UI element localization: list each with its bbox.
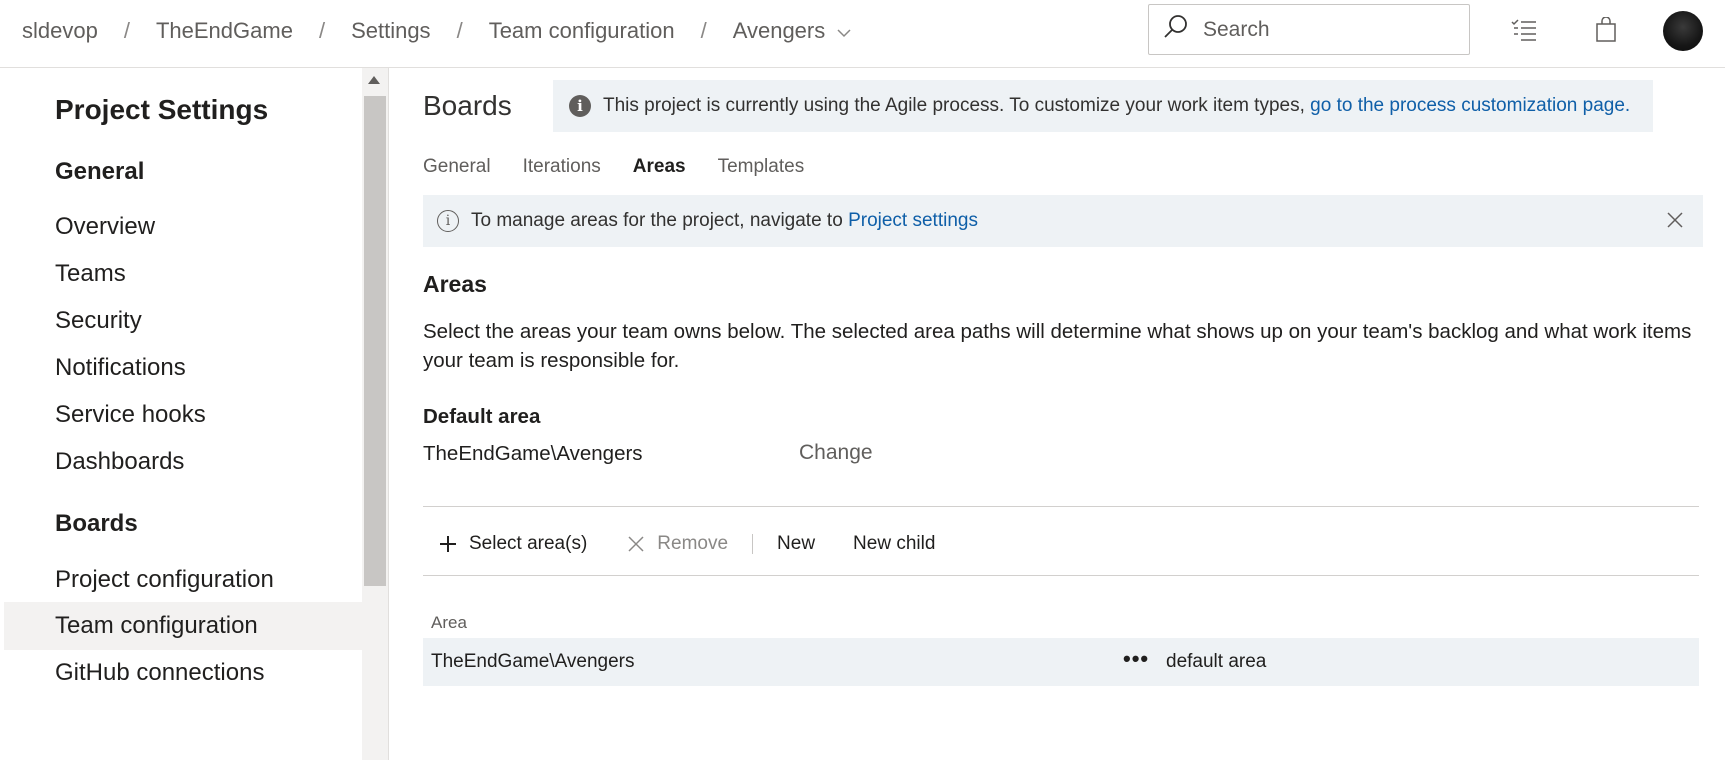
chevron-down-icon	[837, 18, 851, 44]
page-title: Boards	[423, 90, 512, 121]
project-settings-link[interactable]: Project settings	[848, 210, 978, 232]
select-areas-label: Select area(s)	[469, 533, 588, 554]
team-picker-label: Avengers	[732, 18, 826, 43]
sidebar-item-dashboards[interactable]: Dashboards	[0, 438, 362, 486]
sidebar-item-github-connections[interactable]: GitHub connections	[0, 649, 362, 697]
areas-heading: Areas	[423, 271, 487, 297]
more-actions-icon[interactable]: •••	[1123, 646, 1149, 672]
sidebar-item-security[interactable]: Security	[0, 297, 362, 345]
areas-description: Select the areas your team owns below. T…	[423, 320, 1692, 372]
process-customization-link[interactable]: go to the process customization page.	[1310, 95, 1630, 116]
remove-label: Remove	[657, 533, 729, 554]
scroll-up-arrow-icon[interactable]	[368, 76, 380, 84]
search-input[interactable]	[1203, 17, 1443, 42]
tab-templates[interactable]: Templates	[718, 156, 805, 178]
tab-iterations[interactable]: Iterations	[523, 156, 601, 178]
areas-info-text: To manage areas for the project, navigat…	[471, 210, 843, 231]
main-content: Boards i This project is currently using…	[389, 68, 1725, 760]
breadcrumb: sldevop / TheEndGame / Settings / Team c…	[22, 18, 851, 44]
sidebar-section-boards: Boards	[55, 510, 138, 537]
remove-button[interactable]: Remove	[627, 533, 728, 555]
breadcrumb-separator: /	[123, 18, 130, 43]
sidebar-section-general: General	[55, 158, 145, 185]
shopping-bag-icon[interactable]	[1590, 14, 1622, 46]
tab-bar: General Iterations Areas Templates	[423, 156, 836, 178]
select-areas-button[interactable]: Select area(s)	[439, 533, 587, 555]
breadcrumb-separator: /	[318, 18, 326, 43]
areas-info-banner: i To manage areas for the project, navig…	[423, 195, 1703, 247]
new-child-button[interactable]: New child	[853, 533, 935, 555]
process-info-banner: i This project is currently using the Ag…	[553, 80, 1653, 132]
sidebar-item-notifications[interactable]: Notifications	[0, 344, 362, 392]
divider	[423, 575, 1699, 576]
avatar[interactable]	[1663, 11, 1703, 51]
scrollbar-thumb[interactable]	[364, 96, 386, 586]
default-area-tag: default area	[1166, 651, 1267, 672]
sidebar-item-teams[interactable]: Teams	[0, 250, 362, 298]
info-icon: i	[569, 95, 591, 117]
breadcrumb-team-configuration[interactable]: Team configuration	[489, 18, 675, 44]
column-header-area: Area	[431, 613, 467, 632]
new-area-button[interactable]: New	[777, 533, 815, 555]
default-area-value: TheEndGame\Avengers	[423, 442, 643, 465]
sidebar: Project Settings General Overview Teams …	[0, 68, 362, 760]
plus-icon	[440, 536, 456, 552]
areas-toolbar: Select area(s) Remove New New child	[423, 516, 935, 572]
toolbar-separator	[752, 534, 754, 554]
default-area-label: Default area	[423, 405, 541, 428]
sidebar-item-project-configuration[interactable]: Project configuration	[0, 556, 362, 604]
remove-x-icon	[628, 536, 644, 552]
tab-areas[interactable]: Areas	[633, 156, 686, 178]
tab-general[interactable]: General	[423, 156, 491, 178]
sidebar-item-service-hooks[interactable]: Service hooks	[0, 391, 362, 439]
search-box[interactable]	[1148, 4, 1470, 55]
breadcrumb-separator: /	[700, 18, 707, 43]
info-outline-icon: i	[437, 210, 459, 232]
breadcrumb-settings[interactable]: Settings	[351, 18, 431, 44]
change-default-area-button[interactable]: Change	[799, 441, 873, 465]
breadcrumb-org[interactable]: sldevop	[22, 18, 98, 44]
breadcrumb-team-picker[interactable]: Avengers	[733, 18, 852, 44]
breadcrumb-project[interactable]: TheEndGame	[156, 18, 293, 44]
search-icon	[1163, 14, 1203, 45]
divider	[423, 506, 1699, 507]
table-row[interactable]: TheEndGame\Avengers ••• default area	[423, 638, 1699, 686]
breadcrumb-separator: /	[456, 18, 463, 43]
process-banner-text: This project is currently using the Agil…	[603, 95, 1305, 116]
sidebar-scrollbar[interactable]	[362, 68, 388, 760]
sidebar-item-team-configuration[interactable]: Team configuration	[4, 602, 362, 650]
sidebar-item-overview[interactable]: Overview	[0, 203, 362, 251]
work-items-list-icon[interactable]	[1508, 14, 1540, 46]
row-area-path: TheEndGame\Avengers	[431, 651, 635, 672]
sidebar-title: Project Settings	[55, 94, 269, 125]
close-icon[interactable]	[1665, 210, 1685, 236]
top-bar: sldevop / TheEndGame / Settings / Team c…	[0, 0, 1725, 68]
